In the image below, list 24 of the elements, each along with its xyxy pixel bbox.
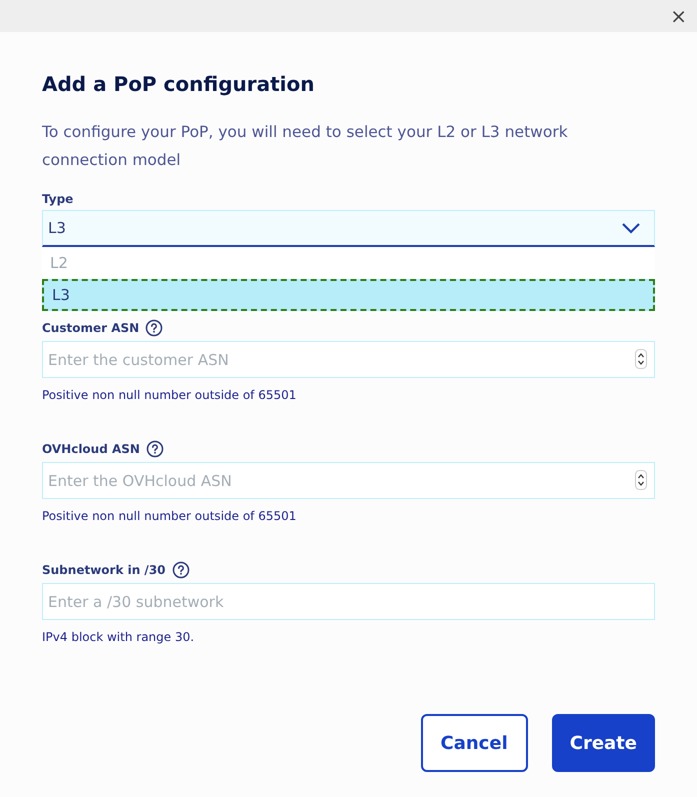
input-field[interactable]: Enter a /30 subnetwork (42, 583, 655, 620)
dropdown-option[interactable]: L3 (42, 279, 655, 311)
select-value: L3 (48, 218, 66, 239)
help-icon[interactable] (145, 319, 164, 337)
input-field[interactable]: Enter the OVHcloud ASN (42, 462, 655, 499)
field-hint: IPv4 block with range 30. (42, 629, 196, 646)
create-button[interactable]: Create (552, 714, 655, 772)
close-button[interactable]: × (670, 6, 687, 26)
cancel-button[interactable]: Cancel (420, 714, 528, 772)
dialog-title: Add a PoP configuration (42, 71, 316, 98)
field-hint: Positive non null number outside of 65501 (42, 508, 298, 525)
chevron-down-icon (621, 222, 641, 234)
field-label: Subnetwork in /30 (42, 562, 166, 579)
type-select[interactable]: L3 (42, 210, 655, 247)
help-icon[interactable] (146, 440, 164, 458)
input-field[interactable]: Enter the customer ASN (42, 341, 655, 378)
spinner-icon[interactable] (635, 349, 647, 369)
field-hint: Positive non null number outside of 65501 (42, 387, 298, 404)
spinner-icon[interactable] (635, 470, 647, 490)
field-label: Customer ASN (42, 320, 140, 337)
description-text: To configure your PoP, you will need to select your L2 or L3 network connection model (42, 122, 569, 171)
field-label: Type (42, 191, 74, 208)
help-icon[interactable] (172, 561, 190, 579)
field-label: OVHcloud ASN (42, 441, 140, 458)
